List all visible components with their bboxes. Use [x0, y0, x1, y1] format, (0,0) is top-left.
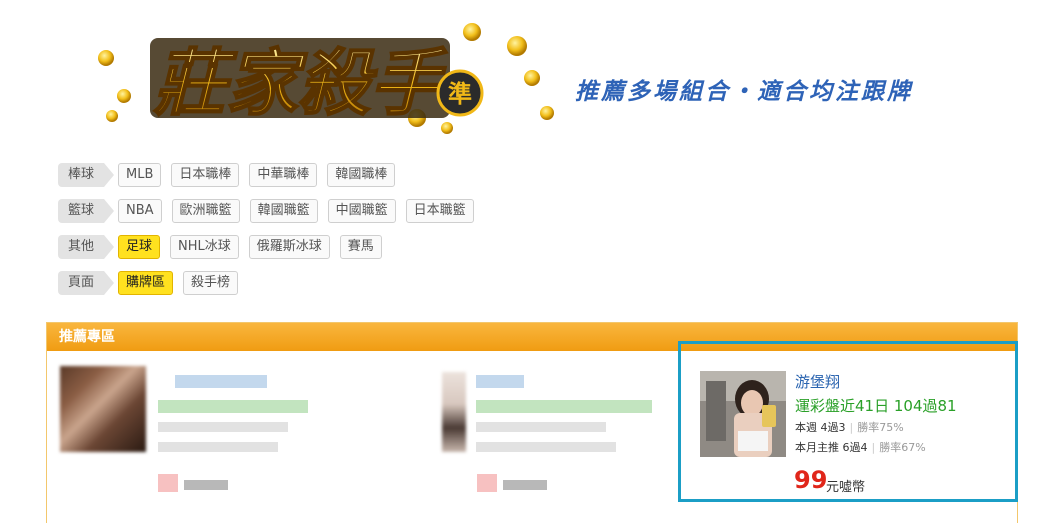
card-name-blurred[interactable]: [175, 375, 267, 388]
card-stats-blurred: [476, 442, 616, 452]
filter-chip-kbl[interactable]: 韓國職籃: [249, 199, 318, 223]
card-stats-blurred: [158, 422, 288, 432]
filter-chip-cba[interactable]: 中國職籃: [327, 199, 396, 223]
card-price-blurred: [158, 474, 178, 492]
filter-row-baseball: 棒球 MLB 日本職棒 中華職棒 韓國職棒: [58, 162, 405, 188]
card-record-blurred: [158, 400, 308, 413]
filter-row-page: 頁面 購牌區 殺手榜: [58, 270, 248, 296]
filter-category: 籃球: [58, 199, 114, 223]
card-stats-blurred: [158, 442, 278, 452]
price-unit: 元噓幣: [826, 480, 866, 495]
filter-chip-nhl[interactable]: NHL冰球: [170, 235, 239, 259]
filter-chip-npb[interactable]: 日本職棒: [171, 163, 240, 187]
site-logo[interactable]: 莊家殺手 準: [92, 18, 562, 138]
tipster-avatar[interactable]: [700, 371, 786, 457]
card-record-blurred: [476, 400, 652, 413]
slogan: 推薦多場組合・適合均注跟牌: [575, 79, 913, 105]
card-stats-blurred: [476, 422, 606, 432]
month-win-rate: 勝率67%: [879, 441, 926, 454]
filter-chip-euroleague[interactable]: 歐洲職籃: [171, 199, 240, 223]
tipster-month-stats: 本月主推 6過4 | 勝率67%: [795, 441, 926, 454]
filter-category: 棒球: [58, 163, 114, 187]
tipster-week-stats: 本週 4過3 | 勝率75%: [795, 421, 904, 434]
month-record: 本月主推 6過4: [795, 441, 868, 454]
card-avatar-blurred[interactable]: [442, 372, 466, 452]
logo-text: 莊家殺手: [153, 41, 448, 125]
card-price-unit-blurred: [184, 480, 228, 490]
filter-chip-mlb[interactable]: MLB: [118, 163, 162, 187]
tipster-name[interactable]: 游堡翔: [795, 371, 840, 392]
filter-chip-kbo[interactable]: 韓國職棒: [327, 163, 396, 187]
tipster-record: 運彩盤近41日 104過81: [795, 397, 957, 415]
filter-row-other: 其他 足球 NHL冰球 俄羅斯冰球 賽馬: [58, 234, 392, 260]
filter-category: 頁面: [58, 271, 114, 295]
card-avatar-blurred[interactable]: [60, 366, 146, 452]
card-price-unit-blurred: [503, 480, 547, 490]
filter-chip-horse-racing[interactable]: 賽馬: [339, 235, 382, 259]
card-price-blurred: [477, 474, 497, 492]
filter-chip-khl[interactable]: 俄羅斯冰球: [248, 235, 330, 259]
filter-chip-nba[interactable]: NBA: [118, 199, 162, 223]
filter-chip-killer-ranking[interactable]: 殺手榜: [183, 271, 239, 295]
card-name-blurred[interactable]: [476, 375, 524, 388]
price-amount[interactable]: 99: [794, 466, 827, 494]
filter-row-basketball: 籃球 NBA 歐洲職籃 韓國職籃 中國職籃 日本職籃: [58, 198, 484, 224]
week-record: 本週 4過3: [795, 421, 846, 434]
filter-chip-soccer[interactable]: 足球: [118, 235, 161, 259]
filter-category: 其他: [58, 235, 114, 259]
week-win-rate: 勝率75%: [857, 421, 904, 434]
filter-chip-cpbl[interactable]: 中華職棒: [249, 163, 318, 187]
filter-chip-purchase-area[interactable]: 購牌區: [118, 271, 174, 295]
logo-badge: 準: [448, 80, 472, 108]
filter-chip-bleague[interactable]: 日本職籃: [405, 199, 474, 223]
